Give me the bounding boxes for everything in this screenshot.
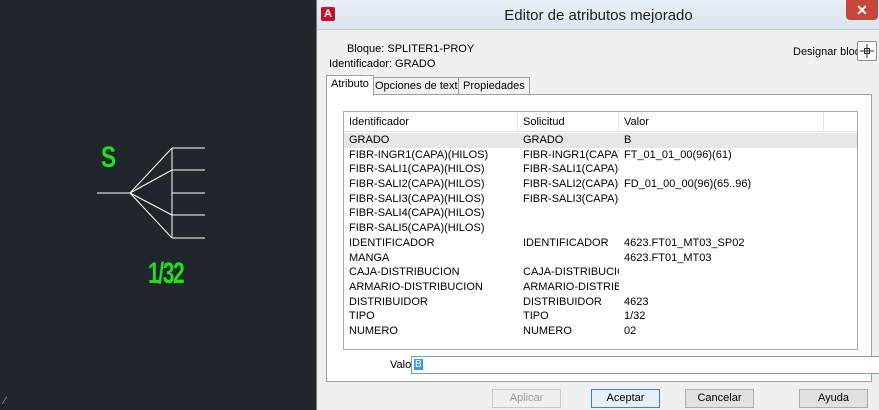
block-label: Bloque: bbox=[347, 43, 385, 55]
valor-cell: B bbox=[624, 134, 632, 146]
identificador-cell: DISTRIBUIDOR bbox=[349, 295, 428, 308]
solicitud-cell: ARMARIO-DISTRIB... bbox=[523, 280, 619, 293]
table-row[interactable]: FIBR-SALI3(CAPA)(HILOS) FIBR-SALI3(CAPA)(… bbox=[344, 192, 857, 207]
column-header-valor[interactable]: Valor bbox=[619, 112, 824, 132]
tab-panel-atributo: Identificador Solicitud Valor GRADO GRADO… bbox=[326, 94, 879, 382]
table-row[interactable]: FIBR-SALI2(CAPA)(HILOS) FIBR-SALI2(CAPA)(… bbox=[344, 177, 857, 192]
solicitud-cell: DISTRIBUIDOR bbox=[523, 295, 602, 308]
value-input-text[interactable]: B bbox=[414, 359, 423, 370]
table-row[interactable]: GRADO GRADO B bbox=[344, 133, 857, 148]
solicitud-cell: NUMERO bbox=[523, 324, 572, 337]
valor-cell: FD_01_00_00(96)(65..96) bbox=[624, 178, 752, 191]
select-block-button[interactable] bbox=[857, 41, 877, 61]
solicitud-cell: GRADO bbox=[523, 134, 564, 146]
solicitud-cell: CAJA-DISTRIBUCION bbox=[523, 266, 619, 279]
table-row[interactable]: MANGA 4623.FT01_MT03 bbox=[344, 251, 857, 266]
screen: S 1/32 ⁄ A Editor de atributos mejorado … bbox=[0, 0, 879, 410]
solicitud-cell: FIBR-SALI1(CAPA)(... bbox=[523, 163, 619, 176]
identifier-info: Identificador: GRADO bbox=[329, 58, 435, 70]
valor-cell: 4623.FT01_MT03 bbox=[624, 251, 712, 264]
table-row[interactable]: IDENTIFICADOR IDENTIFICADOR 4623.FT01_MT03… bbox=[344, 236, 857, 251]
table-row[interactable]: TIPO TIPO 1/32 bbox=[344, 309, 857, 324]
identificador-cell: FIBR-INGR1(CAPA)(HILOS) bbox=[349, 148, 489, 161]
identificador-cell: IDENTIFICADOR bbox=[349, 236, 435, 249]
splitter-fan-mid-upper bbox=[129, 169, 173, 194]
splitter-ratio-label: 1/32 bbox=[148, 257, 185, 290]
identificador-cell: FIBR-SALI1(CAPA)(HILOS) bbox=[349, 163, 485, 176]
identificador-cell: MANGA bbox=[349, 251, 390, 264]
identificador-cell: FIBR-SALI5(CAPA)(HILOS) bbox=[349, 222, 485, 235]
valor-cell: 4623.FT01_MT03_SP02 bbox=[624, 236, 745, 249]
valor-cell: 02 bbox=[624, 324, 637, 337]
solicitud-cell: FIBR-SALI3(CAPA)(... bbox=[523, 192, 619, 205]
solicitud-cell: FIBR-INGR1(CAPA)(... bbox=[523, 148, 619, 161]
identificador-cell: TIPO bbox=[349, 310, 375, 323]
attribute-editor-dialog: A Editor de atributos mejorado ✕ Bloque:… bbox=[316, 0, 879, 410]
attribute-table[interactable]: Identificador Solicitud Valor GRADO GRADO… bbox=[343, 111, 858, 350]
splitter-symbol bbox=[97, 147, 205, 239]
accept-button[interactable]: Aceptar bbox=[591, 389, 660, 408]
valor-cell: FT_01_01_00(96)(61) bbox=[624, 148, 732, 161]
table-row[interactable]: ARMARIO-DISTRIBUCION ARMARIO-DISTRIB... bbox=[344, 280, 857, 295]
solicitud-cell: FIBR-SALI2(CAPA)(... bbox=[523, 178, 619, 191]
identificador-cell: FIBR-SALI4(CAPA)(HILOS) bbox=[349, 207, 485, 220]
identificador-cell: ARMARIO-DISTRIBUCION bbox=[349, 280, 483, 293]
identificador-cell: NUMERO bbox=[349, 324, 398, 337]
dialog-title: Editor de atributos mejorado bbox=[504, 7, 693, 24]
ucs-icon: ⁄ bbox=[4, 395, 6, 407]
block-info: Bloque: SPLITER1-PROY bbox=[347, 43, 474, 55]
table-row[interactable]: NUMERO NUMERO 02 bbox=[344, 324, 857, 339]
column-header-solicitud[interactable]: Solicitud bbox=[518, 112, 619, 132]
valor-cell: 1/32 bbox=[624, 310, 646, 323]
cancel-button[interactable]: Cancelar bbox=[685, 389, 754, 408]
splitter-fan-lower bbox=[129, 192, 173, 239]
table-row[interactable]: FIBR-INGR1(CAPA)(HILOS) FIBR-INGR1(CAPA)(… bbox=[344, 148, 857, 163]
splitter-fan-upper bbox=[129, 147, 173, 194]
identificador-cell: FIBR-SALI3(CAPA)(HILOS) bbox=[349, 192, 485, 205]
identificador-cell: FIBR-SALI2(CAPA)(HILOS) bbox=[349, 178, 485, 191]
column-header-identificador[interactable]: Identificador bbox=[344, 112, 518, 132]
identificador-cell: CAJA-DISTRIBUCION bbox=[349, 266, 460, 279]
identifier-value: GRADO bbox=[395, 58, 436, 70]
identifier-label: Identificador: bbox=[329, 58, 392, 70]
valor-cell: 4623 bbox=[624, 295, 649, 308]
table-header: Identificador Solicitud Valor bbox=[344, 112, 857, 132]
splitter-fan-mid-lower bbox=[129, 192, 173, 216]
crosshair-pick-icon bbox=[860, 44, 874, 58]
title-bar[interactable]: A Editor de atributos mejorado ✕ bbox=[317, 0, 879, 30]
solicitud-cell: IDENTIFICADOR bbox=[523, 236, 609, 249]
table-row[interactable]: CAJA-DISTRIBUCION CAJA-DISTRIBUCION bbox=[344, 265, 857, 280]
tab-atributo[interactable]: Atributo bbox=[326, 75, 374, 96]
splitter-letter-label: S bbox=[101, 141, 116, 174]
close-button[interactable]: ✕ bbox=[846, 0, 878, 20]
tab-propiedades[interactable]: Propiedades bbox=[458, 77, 530, 95]
help-button[interactable]: Ayuda bbox=[799, 389, 868, 408]
block-value: SPLITER1-PROY bbox=[387, 43, 475, 55]
value-input[interactable] bbox=[411, 356, 879, 374]
table-body: GRADO GRADO B FIBR-INGR1(CAPA)(HILOS) FIBR-I… bbox=[344, 133, 857, 339]
tab-opciones-texto[interactable]: Opciones de texto bbox=[370, 77, 469, 95]
drawing-canvas[interactable]: S 1/32 ⁄ bbox=[0, 0, 316, 410]
solicitud-cell: TIPO bbox=[523, 310, 549, 323]
apply-button[interactable]: Aplicar bbox=[492, 389, 561, 408]
table-row[interactable]: FIBR-SALI5(CAPA)(HILOS) bbox=[344, 221, 857, 236]
table-row[interactable]: FIBR-SALI1(CAPA)(HILOS) FIBR-SALI1(CAPA)(… bbox=[344, 162, 857, 177]
table-row[interactable]: DISTRIBUIDOR DISTRIBUIDOR 4623 bbox=[344, 295, 857, 310]
table-row[interactable]: FIBR-SALI4(CAPA)(HILOS) bbox=[344, 206, 857, 221]
identificador-cell: GRADO bbox=[349, 134, 390, 146]
